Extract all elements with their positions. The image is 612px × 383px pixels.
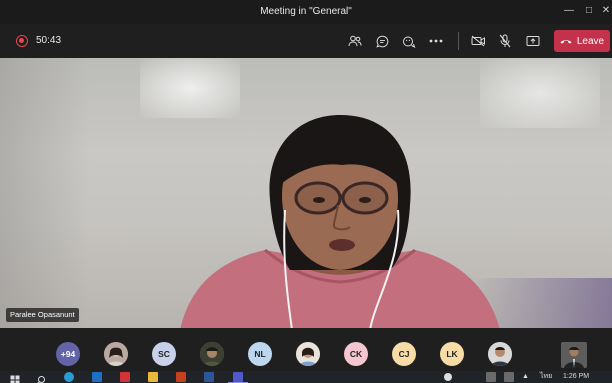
windows-taskbar: ▲ ไทย 1:26 PM: [0, 371, 612, 383]
participant-strip: +94 SC NL CK CJ LK: [0, 328, 612, 371]
participant-avatar-sc[interactable]: SC: [152, 342, 176, 366]
recording-icon: [16, 35, 28, 47]
more-actions-button[interactable]: [427, 32, 445, 50]
speaker-video: [180, 115, 500, 328]
phone-hangup-icon: [560, 40, 572, 44]
camera-off-icon: [471, 35, 485, 47]
window-title: Meeting in "General": [260, 6, 352, 17]
edge-icon[interactable]: [64, 372, 74, 382]
self-view-photo: [561, 342, 587, 368]
share-screen-button[interactable]: [524, 32, 542, 50]
chat-icon: [375, 35, 388, 48]
participants-icon: [348, 35, 362, 47]
speaker-name-tag: Paralee Opasanunt: [6, 308, 79, 322]
title-bar: Meeting in "General" — □ ✕: [0, 0, 612, 24]
participant-photo: [200, 342, 224, 366]
participant-avatar-nl[interactable]: NL: [248, 342, 272, 366]
meeting-toolbar: 50:43 Leave: [0, 24, 612, 58]
meeting-timer: 50:43: [36, 35, 62, 46]
tray-app-icon[interactable]: [486, 372, 496, 382]
share-screen-icon: [526, 36, 540, 46]
background-light: [140, 58, 240, 118]
leave-button[interactable]: Leave: [554, 30, 610, 52]
powerpoint-icon[interactable]: [176, 372, 186, 382]
toolbar-divider: [458, 32, 459, 50]
mic-toggle-button[interactable]: [496, 32, 514, 50]
participant-avatar[interactable]: [200, 342, 224, 366]
tray-app-icon[interactable]: [504, 372, 514, 382]
self-view-video[interactable]: [561, 342, 587, 368]
file-explorer-icon[interactable]: [148, 372, 158, 382]
participant-avatar[interactable]: [296, 342, 320, 366]
teams-icon[interactable]: [233, 372, 243, 382]
leave-label: Leave: [576, 35, 605, 47]
participants-button[interactable]: [346, 32, 364, 50]
cloud-icon[interactable]: [444, 373, 452, 381]
language-indicator[interactable]: ไทย: [540, 371, 552, 383]
participant-avatar-ck[interactable]: CK: [344, 342, 368, 366]
app-red-icon[interactable]: [120, 372, 130, 382]
participant-avatar[interactable]: [104, 342, 128, 366]
participant-photo: [296, 342, 320, 366]
participant-avatar-lk[interactable]: LK: [440, 342, 464, 366]
reactions-button[interactable]: [400, 32, 418, 50]
chat-button[interactable]: [373, 32, 391, 50]
word-icon[interactable]: [204, 372, 214, 382]
close-button[interactable]: ✕: [597, 3, 612, 19]
participant-photo: [104, 342, 128, 366]
search-icon[interactable]: [36, 372, 46, 383]
mic-off-icon: [499, 34, 511, 48]
maximize-button[interactable]: □: [580, 3, 598, 19]
participant-avatar[interactable]: [488, 342, 512, 366]
camera-toggle-button[interactable]: [469, 32, 487, 50]
taskbar-clock[interactable]: 1:26 PM: [563, 371, 589, 383]
participant-avatar-cj[interactable]: CJ: [392, 342, 416, 366]
more-participants-avatar[interactable]: +94: [56, 342, 80, 366]
more-actions-icon: [429, 39, 443, 43]
mail-icon[interactable]: [92, 372, 102, 382]
reactions-icon: [403, 36, 416, 48]
background-wall: [0, 58, 90, 328]
minimize-button[interactable]: —: [560, 3, 578, 19]
participant-photo: [488, 342, 512, 366]
video-stage: Paralee Opasanunt: [0, 58, 612, 328]
windows-start-icon[interactable]: [10, 372, 20, 383]
network-icon[interactable]: ▲: [522, 371, 529, 383]
